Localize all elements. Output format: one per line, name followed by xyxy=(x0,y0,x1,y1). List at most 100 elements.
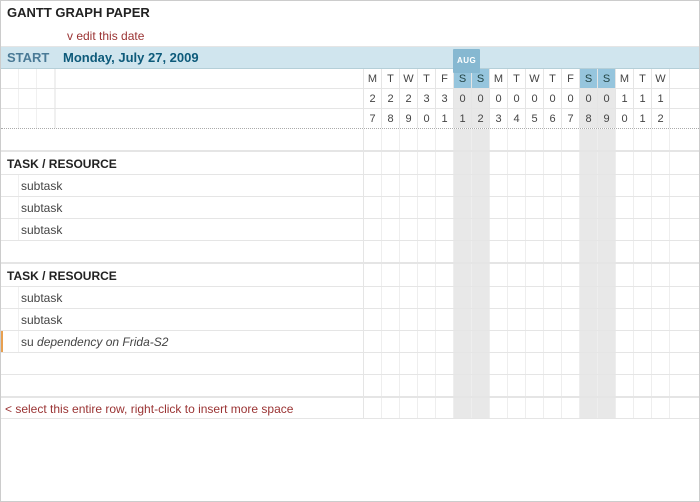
gantt-cell[interactable] xyxy=(634,175,652,196)
gantt-cell[interactable] xyxy=(490,175,508,196)
gantt-cell[interactable] xyxy=(562,353,580,374)
gantt-cell[interactable] xyxy=(364,241,382,262)
gantt-cell[interactable] xyxy=(544,152,562,174)
gantt-cell[interactable] xyxy=(490,197,508,218)
gantt-cell[interactable] xyxy=(436,287,454,308)
gantt-cell[interactable] xyxy=(364,175,382,196)
insert-space-label[interactable]: < select this entire row, right-click to… xyxy=(5,398,364,418)
gantt-cell[interactable] xyxy=(580,197,598,218)
dependency-label[interactable]: su dependency on Frida-S2 xyxy=(19,331,364,352)
gantt-cell[interactable] xyxy=(544,197,562,218)
gantt-cell[interactable] xyxy=(490,309,508,330)
gantt-cell[interactable] xyxy=(436,398,454,418)
gantt-cell[interactable] xyxy=(472,129,490,150)
gantt-cell[interactable] xyxy=(652,241,670,262)
gantt-cell[interactable] xyxy=(418,129,436,150)
gantt-cell[interactable] xyxy=(454,331,472,352)
gantt-cell[interactable] xyxy=(544,241,562,262)
gantt-cell[interactable] xyxy=(472,175,490,196)
gantt-cell[interactable] xyxy=(490,129,508,150)
gantt-cell[interactable] xyxy=(580,353,598,374)
gantt-cell[interactable] xyxy=(652,219,670,240)
gantt-cell[interactable] xyxy=(382,129,400,150)
gantt-cell[interactable] xyxy=(616,375,634,396)
gantt-cell[interactable] xyxy=(562,287,580,308)
gantt-cell[interactable] xyxy=(634,152,652,174)
gantt-cell[interactable] xyxy=(490,398,508,418)
gantt-cell[interactable] xyxy=(652,287,670,308)
gantt-cell[interactable] xyxy=(544,375,562,396)
gantt-cell[interactable] xyxy=(418,287,436,308)
gantt-cell[interactable] xyxy=(382,398,400,418)
gantt-cell[interactable] xyxy=(580,375,598,396)
gantt-cell[interactable] xyxy=(652,129,670,150)
gantt-cell[interactable] xyxy=(634,331,652,352)
gantt-cell[interactable] xyxy=(364,398,382,418)
gantt-cell[interactable] xyxy=(526,241,544,262)
subtask-label[interactable]: subtask xyxy=(19,219,364,240)
gantt-cell[interactable] xyxy=(472,264,490,286)
gantt-cell[interactable] xyxy=(544,331,562,352)
gantt-cell[interactable] xyxy=(526,353,544,374)
gantt-cell[interactable] xyxy=(598,152,616,174)
gantt-cell[interactable] xyxy=(490,219,508,240)
gantt-cell[interactable] xyxy=(364,197,382,218)
gantt-cell[interactable] xyxy=(526,375,544,396)
gantt-cell[interactable] xyxy=(436,375,454,396)
subtask-row[interactable]: subtask xyxy=(1,309,699,331)
edit-date-hint[interactable]: v edit this date xyxy=(1,25,699,47)
gantt-cell[interactable] xyxy=(562,129,580,150)
gantt-cell[interactable] xyxy=(454,175,472,196)
gantt-cell[interactable] xyxy=(472,398,490,418)
gantt-cell[interactable] xyxy=(364,152,382,174)
gantt-cell[interactable] xyxy=(580,309,598,330)
gantt-cell[interactable] xyxy=(418,197,436,218)
gantt-cell[interactable] xyxy=(598,287,616,308)
gantt-cell[interactable] xyxy=(580,129,598,150)
gantt-cell[interactable] xyxy=(436,152,454,174)
subtask-row[interactable]: subtask xyxy=(1,175,699,197)
gantt-cell[interactable] xyxy=(472,197,490,218)
gantt-cell[interactable] xyxy=(652,309,670,330)
gantt-cell[interactable] xyxy=(562,264,580,286)
gantt-cell[interactable] xyxy=(616,175,634,196)
gantt-cell[interactable] xyxy=(472,375,490,396)
gantt-cell[interactable] xyxy=(634,309,652,330)
subtask-row[interactable]: subtask xyxy=(1,219,699,241)
gantt-cell[interactable] xyxy=(580,241,598,262)
gantt-cell[interactable] xyxy=(580,175,598,196)
gantt-cell[interactable] xyxy=(580,152,598,174)
gantt-cell[interactable] xyxy=(418,152,436,174)
gantt-cell[interactable] xyxy=(490,287,508,308)
gantt-cell[interactable] xyxy=(454,287,472,308)
gantt-cell[interactable] xyxy=(454,197,472,218)
gantt-cell[interactable] xyxy=(508,219,526,240)
gantt-cell[interactable] xyxy=(418,375,436,396)
gantt-cell[interactable] xyxy=(598,129,616,150)
gantt-cell[interactable] xyxy=(382,152,400,174)
gantt-cell[interactable] xyxy=(526,219,544,240)
gantt-cell[interactable] xyxy=(562,398,580,418)
gantt-cell[interactable] xyxy=(418,309,436,330)
gantt-cell[interactable] xyxy=(634,287,652,308)
gantt-cell[interactable] xyxy=(508,129,526,150)
gantt-cell[interactable] xyxy=(472,219,490,240)
gantt-cell[interactable] xyxy=(490,353,508,374)
gantt-cell[interactable] xyxy=(508,175,526,196)
gantt-cell[interactable] xyxy=(472,241,490,262)
gantt-cell[interactable] xyxy=(652,264,670,286)
gantt-cell[interactable] xyxy=(508,197,526,218)
gantt-cell[interactable] xyxy=(544,129,562,150)
gantt-cell[interactable] xyxy=(508,309,526,330)
gantt-cell[interactable] xyxy=(364,353,382,374)
gantt-cell[interactable] xyxy=(580,287,598,308)
gantt-cell[interactable] xyxy=(454,241,472,262)
dependency-row[interactable]: su dependency on Frida-S2 xyxy=(1,331,699,353)
gantt-cell[interactable] xyxy=(436,129,454,150)
gantt-cell[interactable] xyxy=(400,197,418,218)
gantt-cell[interactable] xyxy=(400,241,418,262)
gantt-cell[interactable] xyxy=(382,175,400,196)
subtask-row[interactable]: subtask xyxy=(1,197,699,219)
gantt-cell[interactable] xyxy=(580,331,598,352)
gantt-cell[interactable] xyxy=(418,353,436,374)
